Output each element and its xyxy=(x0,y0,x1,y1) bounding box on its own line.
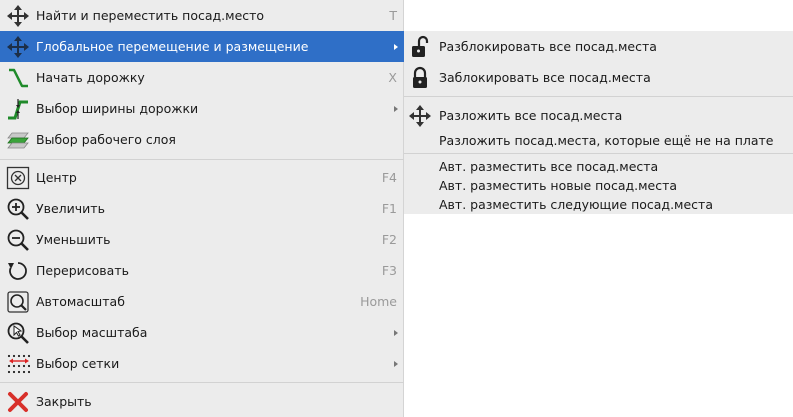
shortcut-label: T xyxy=(389,8,397,23)
shortcut-label: Home xyxy=(360,294,397,309)
chevron-right-icon xyxy=(394,105,398,112)
menu-item-label: Закрыть xyxy=(36,394,92,409)
submenu-item-unlock-all[interactable]: Разблокировать все посад.места xyxy=(404,31,793,62)
move-icon xyxy=(408,104,432,128)
menu-item-close[interactable]: Закрыть xyxy=(0,386,404,417)
menu-item-select-track-width[interactable]: Выбор ширины дорожки xyxy=(0,93,404,124)
menu-item-label: Начать дорожку xyxy=(36,70,145,85)
zoom-center-icon xyxy=(5,166,31,190)
redraw-icon xyxy=(5,259,31,283)
menu-separator xyxy=(0,382,404,383)
submenu-item-autoplace-all[interactable]: Авт. разместить все посад.места xyxy=(404,157,793,176)
submenu-item-lock-all[interactable]: Заблокировать все посад.места xyxy=(404,62,793,93)
menu-item-zoom-auto[interactable]: Автомасштаб Home xyxy=(0,286,404,317)
submenu-item-label: Авт. разместить все посад.места xyxy=(439,159,659,174)
menu-item-label: Выбор сетки xyxy=(36,356,120,371)
submenu-item-label: Разблокировать все посад.места xyxy=(439,39,657,54)
menu-item-label: Найти и переместить посад.место xyxy=(36,8,265,23)
zoom-select-icon xyxy=(5,321,31,345)
close-icon xyxy=(5,390,31,414)
grid-icon xyxy=(5,352,31,376)
submenu-separator xyxy=(404,153,793,154)
menu-separator xyxy=(0,159,404,160)
submenu-item-autoplace-new[interactable]: Авт. разместить новые посад.места xyxy=(404,176,793,195)
menu-item-global-move-place[interactable]: Глобальное перемещение и размещение xyxy=(0,31,404,62)
menu-item-label: Выбор ширины дорожки xyxy=(36,101,199,116)
submenu-item-label: Авт. разместить новые посад.места xyxy=(439,178,678,193)
shortcut-label: X xyxy=(388,70,397,85)
chevron-right-icon xyxy=(394,329,398,336)
submenu-separator xyxy=(404,96,793,97)
submenu-item-autoplace-next[interactable]: Авт. разместить следующие посад.места xyxy=(404,195,793,214)
chevron-right-icon xyxy=(394,43,398,50)
menu-item-label: Автомасштаб xyxy=(36,294,125,309)
global-move-submenu: Разблокировать все посад.места Заблокиро… xyxy=(404,31,793,214)
menu-item-zoom-select[interactable]: Выбор масштаба xyxy=(0,317,404,348)
submenu-item-spread-not-on-board[interactable]: Разложить посад.места, которые ещё не на… xyxy=(404,130,793,150)
menu-item-label: Перерисовать xyxy=(36,263,129,278)
menu-item-redraw[interactable]: Перерисовать F3 xyxy=(0,255,404,286)
menu-item-zoom-in[interactable]: Увеличить F1 xyxy=(0,193,404,224)
layers-icon xyxy=(5,128,31,152)
menu-item-center[interactable]: Центр F4 xyxy=(0,162,404,193)
shortcut-label: F1 xyxy=(381,201,397,216)
submenu-item-label: Разложить все посад.места xyxy=(439,108,623,123)
menu-item-start-track[interactable]: Начать дорожку X xyxy=(0,62,404,93)
unlock-icon xyxy=(408,35,432,59)
chevron-right-icon xyxy=(394,360,398,367)
track-icon xyxy=(5,66,31,90)
submenu-item-spread-all[interactable]: Разложить все посад.места xyxy=(404,101,793,130)
shortcut-label: F4 xyxy=(381,170,397,185)
menu-item-label: Увеличить xyxy=(36,201,105,216)
lock-icon xyxy=(408,66,432,90)
menu-item-label: Выбор масштаба xyxy=(36,325,148,340)
menu-item-zoom-out[interactable]: Уменьшить F2 xyxy=(0,224,404,255)
zoom-fit-icon xyxy=(5,290,31,314)
menu-item-grid-select[interactable]: Выбор сетки xyxy=(0,348,404,379)
submenu-item-label: Заблокировать все посад.места xyxy=(439,70,651,85)
submenu-item-label: Разложить посад.места, которые ещё не на… xyxy=(439,132,774,148)
menu-item-label: Глобальное перемещение и размещение xyxy=(36,39,309,54)
menu-item-find-move-footprint[interactable]: Найти и переместить посад.место T xyxy=(0,0,404,31)
menu-item-label: Выбор рабочего слоя xyxy=(36,132,176,147)
move-icon xyxy=(5,4,31,28)
shortcut-label: F3 xyxy=(381,263,397,278)
menu-item-select-working-layer[interactable]: Выбор рабочего слоя xyxy=(0,124,404,155)
move-icon xyxy=(5,35,31,59)
shortcut-label: F2 xyxy=(381,232,397,247)
zoom-out-icon xyxy=(5,228,31,252)
zoom-in-icon xyxy=(5,197,31,221)
context-menu: Найти и переместить посад.место T Глобал… xyxy=(0,0,404,417)
submenu-item-label: Авт. разместить следующие посад.места xyxy=(439,197,713,212)
menu-item-label: Уменьшить xyxy=(36,232,111,247)
track-width-icon xyxy=(5,97,31,121)
menu-item-label: Центр xyxy=(36,170,77,185)
